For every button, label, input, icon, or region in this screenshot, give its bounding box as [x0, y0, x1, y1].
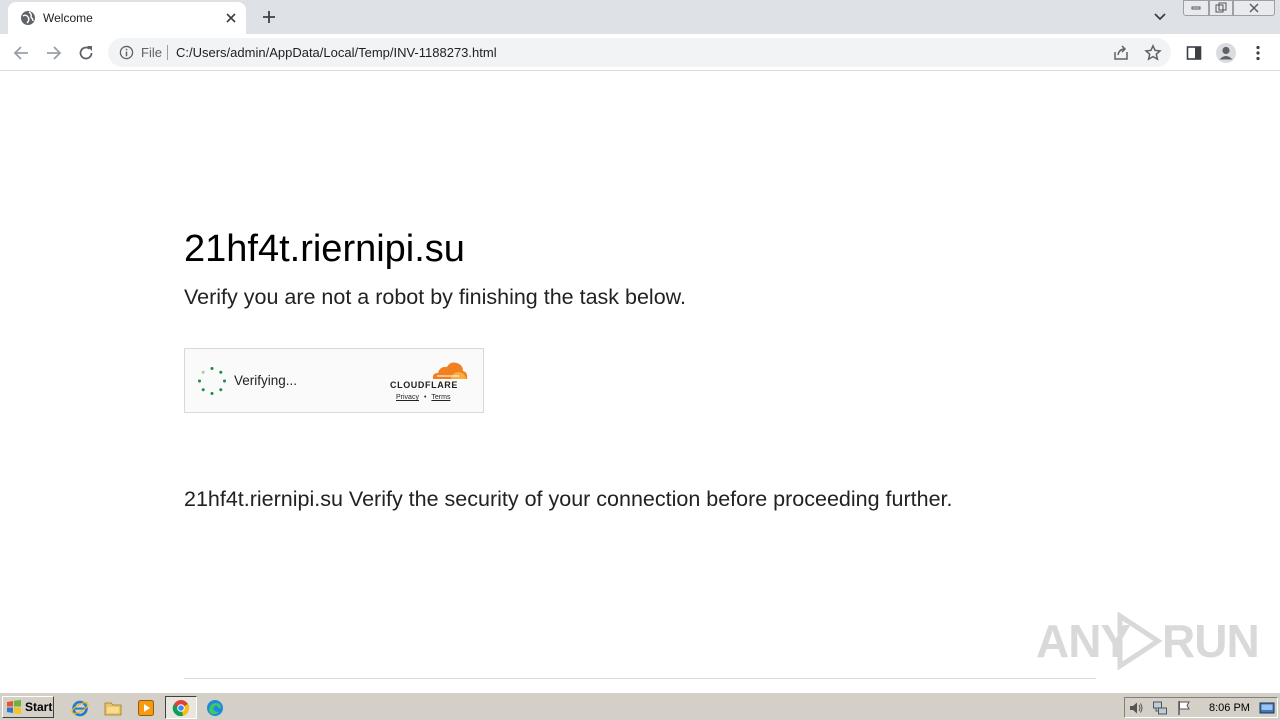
- privacy-link[interactable]: Privacy: [396, 394, 419, 401]
- cloudflare-wordmark: CLOUDFLARE: [390, 380, 458, 390]
- captcha-links: Privacy • Terms: [396, 393, 450, 402]
- watermark-right-text: RUN: [1162, 615, 1260, 667]
- file-explorer-icon[interactable]: [102, 697, 124, 719]
- cloud-icon: [432, 362, 468, 379]
- volume-icon[interactable]: [1128, 700, 1144, 716]
- start-button[interactable]: Start: [2, 696, 54, 718]
- back-arrow-icon[interactable]: [9, 41, 33, 65]
- start-label: Start: [25, 700, 53, 714]
- windows-taskbar: Start 8:06 PM: [0, 692, 1280, 720]
- share-icon[interactable]: [1112, 44, 1130, 62]
- browser-tab[interactable]: Welcome: [8, 2, 246, 34]
- page-title: 21hf4t.riernipi.su: [184, 228, 465, 270]
- edge-icon[interactable]: [204, 697, 226, 719]
- new-tab-icon[interactable]: [259, 7, 279, 27]
- kebab-menu-icon[interactable]: [1246, 41, 1270, 65]
- network-icon[interactable]: [1152, 700, 1168, 716]
- chrome-icon: [172, 700, 190, 717]
- tab-strip: Welcome: [0, 0, 1280, 34]
- security-message: 21hf4t.riernipi.su Verify the security o…: [184, 487, 953, 511]
- side-panel-icon[interactable]: [1182, 41, 1206, 65]
- page-viewport: 21hf4t.riernipi.su Verify you are not a …: [0, 72, 1280, 692]
- captcha-widget[interactable]: Verifying... CLOUDFLARE Privacy • Terms: [184, 348, 484, 413]
- windows-logo-icon: [7, 700, 21, 714]
- close-window-icon[interactable]: [1233, 0, 1275, 16]
- action-center-flag-icon[interactable]: [1176, 700, 1192, 716]
- page-subtitle: Verify you are not a robot by finishing …: [184, 285, 686, 309]
- internet-explorer-icon[interactable]: [69, 697, 91, 719]
- address-bar[interactable]: File C:/Users/admin/AppData/Local/Temp/I…: [108, 38, 1171, 67]
- captcha-status: Verifying...: [234, 373, 298, 388]
- loading-spinner-icon: [198, 367, 226, 395]
- restore-window-icon[interactable]: [1209, 0, 1233, 16]
- forward-arrow-icon[interactable]: [42, 41, 66, 65]
- minimize-window-icon[interactable]: [1183, 0, 1209, 16]
- play-icon: [1117, 612, 1163, 670]
- media-player-icon[interactable]: [135, 697, 157, 719]
- taskbar-clock[interactable]: 8:06 PM: [1209, 701, 1250, 715]
- url-text[interactable]: C:/Users/admin/AppData/Local/Temp/INV-11…: [176, 45, 497, 60]
- close-tab-icon[interactable]: [222, 9, 240, 27]
- cloudflare-logo: CLOUDFLARE Privacy • Terms: [389, 360, 469, 404]
- chevron-down-icon[interactable]: [1150, 7, 1170, 27]
- reload-icon[interactable]: [74, 41, 98, 65]
- chrome-taskbar-button[interactable]: [165, 696, 197, 719]
- anyrun-watermark: ANY RUN: [1036, 608, 1260, 678]
- browser-toolbar: File C:/Users/admin/AppData/Local/Temp/I…: [0, 34, 1280, 71]
- footer-divider: [184, 678, 1096, 679]
- bookmark-star-icon[interactable]: [1144, 44, 1162, 62]
- info-icon[interactable]: [119, 45, 134, 60]
- link-separator: •: [423, 394, 427, 401]
- globe-icon: [21, 11, 35, 25]
- terms-link[interactable]: Terms: [431, 394, 450, 401]
- profile-avatar-icon[interactable]: [1214, 41, 1238, 65]
- scheme-label: File: [141, 45, 162, 60]
- tab-title: Welcome: [43, 11, 93, 25]
- omnibox-separator: [167, 45, 168, 60]
- system-tray: 8:06 PM: [1124, 697, 1278, 718]
- show-desktop-icon[interactable]: [1259, 700, 1275, 716]
